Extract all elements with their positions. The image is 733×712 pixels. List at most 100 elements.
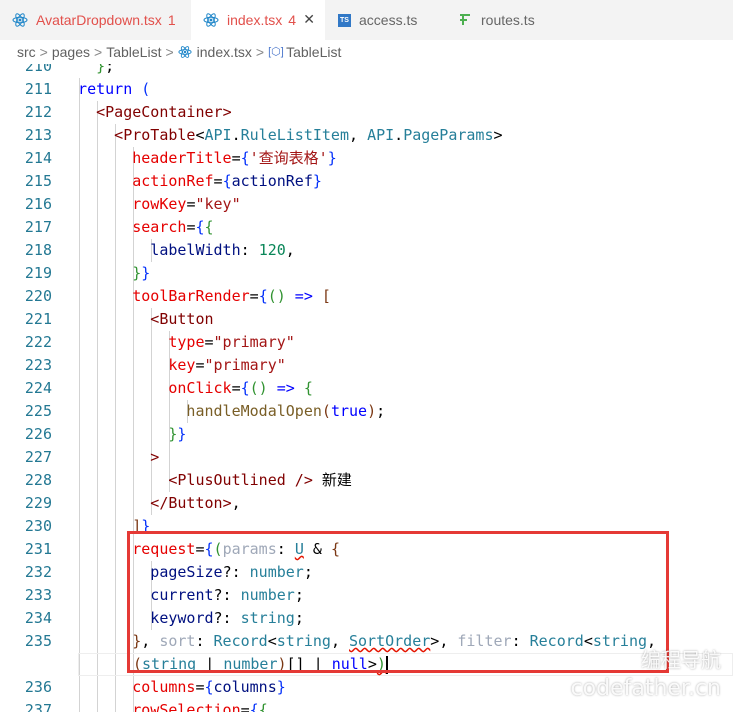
code-text: handleModalOpen(true); bbox=[60, 400, 385, 423]
breadcrumb-item-src[interactable]: src bbox=[17, 44, 36, 60]
code-text: (string | number)[] | null>) bbox=[133, 653, 388, 676]
code-token: search bbox=[60, 218, 187, 236]
code-token: { bbox=[195, 218, 205, 236]
code-token: current bbox=[60, 586, 214, 604]
code-token: > bbox=[60, 448, 160, 466]
line-number: 232 bbox=[24, 563, 52, 581]
tab-access-ts[interactable]: TS access.ts bbox=[326, 0, 444, 40]
code-token: ] bbox=[60, 517, 142, 535]
code-line: 229 </Button>, bbox=[0, 492, 733, 515]
code-token: : bbox=[511, 632, 530, 650]
code-token: . bbox=[394, 126, 404, 144]
code-token: U bbox=[294, 540, 304, 558]
code-line: 225 handleModalOpen(true); bbox=[0, 400, 733, 423]
code-text: <PlusOutlined /> 新建 bbox=[60, 469, 352, 492]
code-text: labelWidth: 120, bbox=[60, 239, 295, 262]
code-token: API bbox=[367, 126, 395, 144]
code-text: headerTitle={'查询表格'} bbox=[60, 147, 337, 170]
code-token: { bbox=[330, 540, 340, 558]
code-line: 221 <Button bbox=[0, 308, 733, 331]
code-token: params bbox=[222, 540, 277, 558]
code-token: "key" bbox=[195, 195, 241, 213]
code-token: , bbox=[349, 126, 368, 144]
code-token: type bbox=[60, 333, 205, 351]
code-editor[interactable]: 210 }; 211 return (212 <PageContainer> 213… bbox=[0, 64, 733, 712]
breadcrumb-item-file[interactable]: index.tsx bbox=[197, 44, 252, 60]
code-token: headerTitle bbox=[60, 149, 232, 167]
code-text: }; bbox=[60, 64, 114, 78]
code-token: : bbox=[276, 540, 295, 558]
code-token: "primary" bbox=[204, 356, 286, 374]
code-line: 218 labelWidth: 120, bbox=[0, 239, 733, 262]
code-token: PlusOutlined bbox=[177, 471, 286, 489]
line-number: 234 bbox=[24, 609, 52, 627]
code-token: true bbox=[330, 402, 368, 420]
code-token: ?: bbox=[222, 563, 250, 581]
code-token: } bbox=[60, 632, 142, 650]
code-text: }} bbox=[60, 423, 186, 446]
breadcrumb-separator: > bbox=[165, 44, 174, 60]
code-token: > bbox=[430, 632, 440, 650]
line-number: 225 bbox=[24, 402, 52, 420]
code-token: < bbox=[60, 310, 160, 328]
line-number: 236 bbox=[24, 678, 52, 696]
code-token: ) bbox=[367, 402, 377, 420]
code-text: rowSelection={{ bbox=[60, 699, 267, 712]
code-line: 215 actionRef={actionRef} bbox=[0, 170, 733, 193]
tab-label: index.tsx bbox=[227, 12, 283, 28]
code-token: PageContainer bbox=[105, 103, 223, 121]
code-token: { bbox=[240, 149, 250, 167]
code-token: { bbox=[222, 172, 232, 190]
code-token: ) bbox=[376, 655, 386, 673]
code-token: [ bbox=[321, 287, 331, 305]
code-token: Record bbox=[213, 632, 268, 650]
code-text: current?: number; bbox=[60, 584, 304, 607]
breadcrumb-item-pages[interactable]: pages bbox=[52, 44, 90, 60]
code-token: API bbox=[204, 126, 232, 144]
code-token: string bbox=[240, 609, 295, 627]
code-text: key="primary" bbox=[60, 354, 286, 377]
code-token: [] bbox=[286, 655, 305, 673]
code-token: columns bbox=[213, 678, 277, 696]
code-text: toolBarRender={() => [ bbox=[60, 285, 331, 308]
watermark-title: 编程导航 bbox=[641, 648, 721, 672]
close-icon[interactable]: ✕ bbox=[303, 11, 315, 28]
code-text: > bbox=[60, 446, 159, 469]
line-number: 227 bbox=[24, 448, 52, 466]
tab-index-tsx[interactable]: index.tsx 4 ✕ bbox=[191, 0, 325, 40]
code-text: </Button>, bbox=[60, 492, 240, 515]
code-token: actionRef bbox=[231, 172, 313, 190]
line-number: 222 bbox=[24, 333, 52, 351]
code-token: ProTable bbox=[123, 126, 196, 144]
breadcrumb-item-tablelist[interactable]: TableList bbox=[106, 44, 161, 60]
tab-label: AvatarDropdown.tsx bbox=[36, 12, 162, 28]
route-icon bbox=[460, 14, 470, 25]
code-text: search={{ bbox=[60, 216, 213, 239]
code-token: ; bbox=[105, 64, 115, 75]
code-line: 224 onClick={() => { bbox=[0, 377, 733, 400]
code-token: { bbox=[240, 379, 250, 397]
code-token: > bbox=[222, 494, 232, 512]
line-number: 224 bbox=[24, 379, 52, 397]
code-token: | bbox=[196, 655, 224, 673]
code-token: ; bbox=[376, 402, 386, 420]
line-number: 235 bbox=[24, 632, 52, 650]
code-line: 231 request={(params: U & { bbox=[0, 538, 733, 561]
breadcrumb-item-symbol[interactable]: TableList bbox=[286, 44, 341, 60]
code-token: : bbox=[195, 632, 214, 650]
code-token: . bbox=[231, 126, 241, 144]
code-token: < bbox=[60, 471, 178, 489]
code-token: ( bbox=[141, 80, 151, 98]
code-token: } bbox=[312, 172, 322, 190]
code-token: } bbox=[60, 425, 178, 443]
line-number: 218 bbox=[24, 241, 52, 259]
line-number: 233 bbox=[24, 586, 52, 604]
tab-avatardropdown[interactable]: AvatarDropdown.tsx 1 bbox=[0, 0, 190, 40]
tab-routes-ts[interactable]: routes.ts bbox=[445, 0, 570, 40]
line-number: 211 bbox=[24, 80, 52, 98]
code-line: 235 }, sort: Record<string, SortOrder>, … bbox=[0, 630, 733, 653]
code-token: = bbox=[240, 701, 250, 712]
code-line: 223 key="primary" bbox=[0, 354, 733, 377]
code-line: 211 return ( bbox=[0, 78, 733, 101]
code-token: > bbox=[493, 126, 503, 144]
